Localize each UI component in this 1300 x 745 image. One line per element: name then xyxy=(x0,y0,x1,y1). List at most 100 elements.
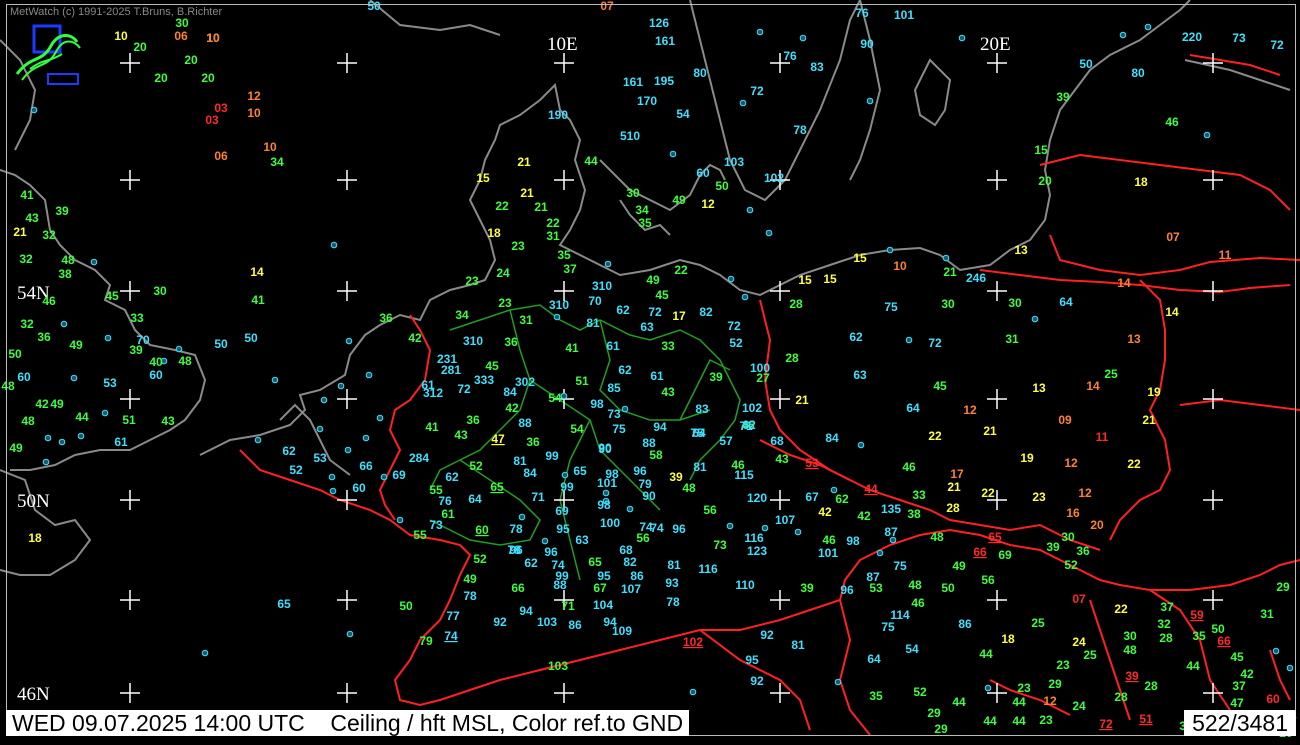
ceiling-value: 32 xyxy=(1157,617,1171,631)
ceiling-value: 60 xyxy=(352,481,366,495)
ceiling-value: 03 xyxy=(205,113,219,127)
ceiling-value: 25 xyxy=(1104,367,1118,381)
station-dot xyxy=(958,34,966,42)
ceiling-value: 61 xyxy=(114,435,128,449)
graticule-cross xyxy=(770,281,790,301)
ceiling-value: 29 xyxy=(1276,580,1290,594)
map-canvas[interactable]: 10E 20E 54N 50N 46N 50 0712676 10130102006… xyxy=(0,0,1300,740)
ceiling-value: 62 xyxy=(618,363,632,377)
ceiling-value: 34 xyxy=(455,308,469,322)
graticule-cross xyxy=(120,590,140,610)
ceiling-value: 104 xyxy=(593,598,613,612)
ceiling-value: 35 xyxy=(638,216,652,230)
ceiling-value: 53 xyxy=(313,451,327,465)
station-dot xyxy=(905,336,913,344)
ceiling-value: 67 xyxy=(593,581,607,595)
ceiling-value: 33 xyxy=(661,339,675,353)
ceiling-value: 44 xyxy=(1186,659,1200,673)
ceiling-value: 22 xyxy=(1127,457,1141,471)
graticule-cross xyxy=(1203,683,1223,703)
ceiling-value: 21 xyxy=(13,225,27,239)
ceiling-value: 60 xyxy=(475,523,489,537)
ceiling-value: 21 xyxy=(520,186,534,200)
ceiling-value: 52 xyxy=(1064,558,1078,572)
lat-label-50n: 50N xyxy=(17,491,50,512)
ceiling-value: 42 xyxy=(35,397,49,411)
station-dot xyxy=(376,414,384,422)
station-dot xyxy=(984,684,992,692)
ceiling-value: 44 xyxy=(979,647,993,661)
ceiling-value: 102 xyxy=(742,401,762,415)
station-dot xyxy=(553,313,561,321)
ceiling-value: 18 xyxy=(1134,175,1148,189)
station-dot xyxy=(60,320,68,328)
ceiling-value: 80 xyxy=(1131,66,1145,80)
ceiling-value: 42 xyxy=(857,509,871,523)
ceiling-value: 21 xyxy=(795,393,809,407)
ceiling-value: 110 xyxy=(735,578,755,592)
ceiling-value: 98 xyxy=(590,397,604,411)
ceiling-value: 12 xyxy=(1078,486,1092,500)
ceiling-value: 11 xyxy=(1096,430,1109,444)
ceiling-value: 21 xyxy=(983,424,997,438)
station-dot xyxy=(330,241,338,249)
ceiling-value: 31 xyxy=(519,313,533,327)
ceiling-value: 13 xyxy=(1127,332,1141,346)
ceiling-value: 21 xyxy=(943,265,957,279)
ceiling-value: 310 xyxy=(592,279,612,293)
ceiling-value: 161 xyxy=(623,75,643,89)
ceiling-value: 15 xyxy=(476,171,490,185)
ceiling-value: 284 xyxy=(409,451,429,465)
ceiling-value: 33 xyxy=(912,488,926,502)
ceiling-value: 72 xyxy=(648,305,662,319)
metwatch-logo-icon[interactable] xyxy=(12,24,82,88)
ceiling-value: 36 xyxy=(379,311,393,325)
ceiling-value: 102 xyxy=(764,171,784,185)
ceiling-value: 07 xyxy=(600,0,614,13)
ceiling-value: 35 xyxy=(1192,629,1206,643)
ceiling-value: 76 xyxy=(438,494,452,508)
lon-label-10e: 10E xyxy=(547,34,578,55)
ceiling-value: 54 xyxy=(570,422,584,436)
graticule-cross xyxy=(120,490,140,510)
graticule-cross xyxy=(770,590,790,610)
ceiling-value: 116 xyxy=(698,562,718,576)
graticule-cross xyxy=(337,53,357,73)
ceiling-value: 84 xyxy=(503,385,517,399)
ceiling-value: 49 xyxy=(672,193,686,207)
ceiling-value: 35 xyxy=(869,689,883,703)
ceiling-value: 15 xyxy=(1034,143,1048,157)
ceiling-value: 77 xyxy=(446,609,460,623)
ceiling-value: 49 xyxy=(50,397,64,411)
ceiling-value: 30 xyxy=(1061,530,1075,544)
ceiling-value: 48 xyxy=(1,379,15,393)
station-dot xyxy=(316,425,324,433)
ceiling-value: 52 xyxy=(913,685,927,699)
ceiling-value: 64 xyxy=(867,652,881,666)
ceiling-value: 14 xyxy=(1117,276,1131,290)
ceiling-value: 53 xyxy=(103,376,117,390)
ceiling-value: 57 xyxy=(719,434,733,448)
ceiling-value: 07 xyxy=(1166,230,1180,244)
ceiling-value: 39 xyxy=(669,470,683,484)
ceiling-value: 58 xyxy=(649,448,663,462)
ceiling-value: 43 xyxy=(775,452,789,466)
ceiling-value: 36 xyxy=(1076,544,1090,558)
status-datetime: WED 09.07.2025 14:00 UTC xyxy=(12,710,305,736)
graticule-cross xyxy=(554,53,574,73)
station-dot xyxy=(876,549,884,557)
ceiling-value: 53 xyxy=(869,581,883,595)
ceiling-value: 10 xyxy=(114,29,128,43)
ceiling-value: 06 xyxy=(174,29,188,43)
ceiling-value: 63 xyxy=(575,533,589,547)
ceiling-value: 25 xyxy=(1031,616,1045,630)
ceiling-value: 38 xyxy=(58,267,72,281)
ceiling-value: 65 xyxy=(588,555,602,569)
station-markers xyxy=(30,23,1294,696)
ceiling-value: 46 xyxy=(1165,115,1179,129)
weather-map[interactable]: 10E 20E 54N 50N 46N 50 07 126 76 101 30 10 20 06… xyxy=(0,0,1300,740)
station-dot xyxy=(602,489,610,497)
graticule-cross xyxy=(337,590,357,610)
copyright-text: MetWatch (c) 1991-2025 T.Bruns, B.Richte… xyxy=(10,6,223,18)
ceiling-value: 86 xyxy=(630,569,644,583)
